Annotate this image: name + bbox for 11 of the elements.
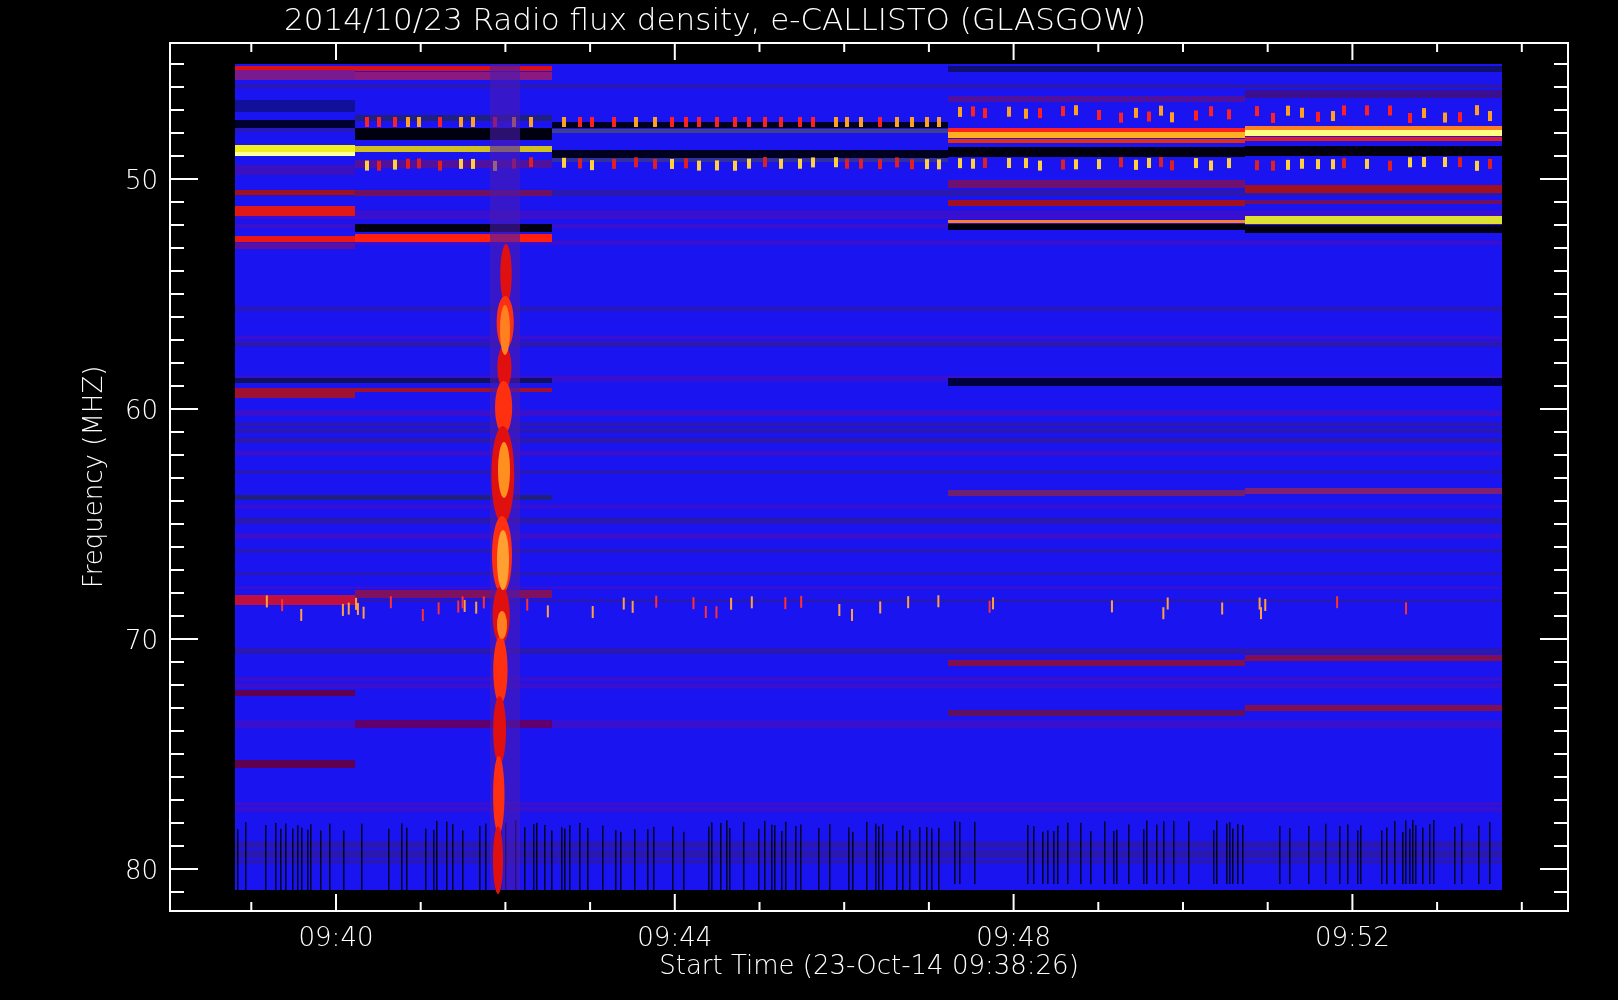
y-axis-label: Frequency (MHZ) — [78, 365, 108, 589]
x-axis-label: Start Time (23-Oct-14 09:38:26) — [659, 950, 1079, 980]
y-tick-label: 80 — [124, 855, 158, 885]
x-tick-label: 09:40 — [298, 922, 374, 952]
y-tick-label: 60 — [124, 395, 158, 425]
x-tick-label: 09:44 — [637, 922, 713, 952]
plot-title: 2014/10/23 Radio flux density, e-CALLISTO (GLASGOW) — [283, 1, 1147, 37]
y-tick-label: 50 — [124, 165, 158, 195]
x-tick-label: 09:52 — [1314, 922, 1390, 952]
x-tick-label: 09:48 — [976, 922, 1052, 952]
y-tick-label: 70 — [124, 625, 158, 655]
